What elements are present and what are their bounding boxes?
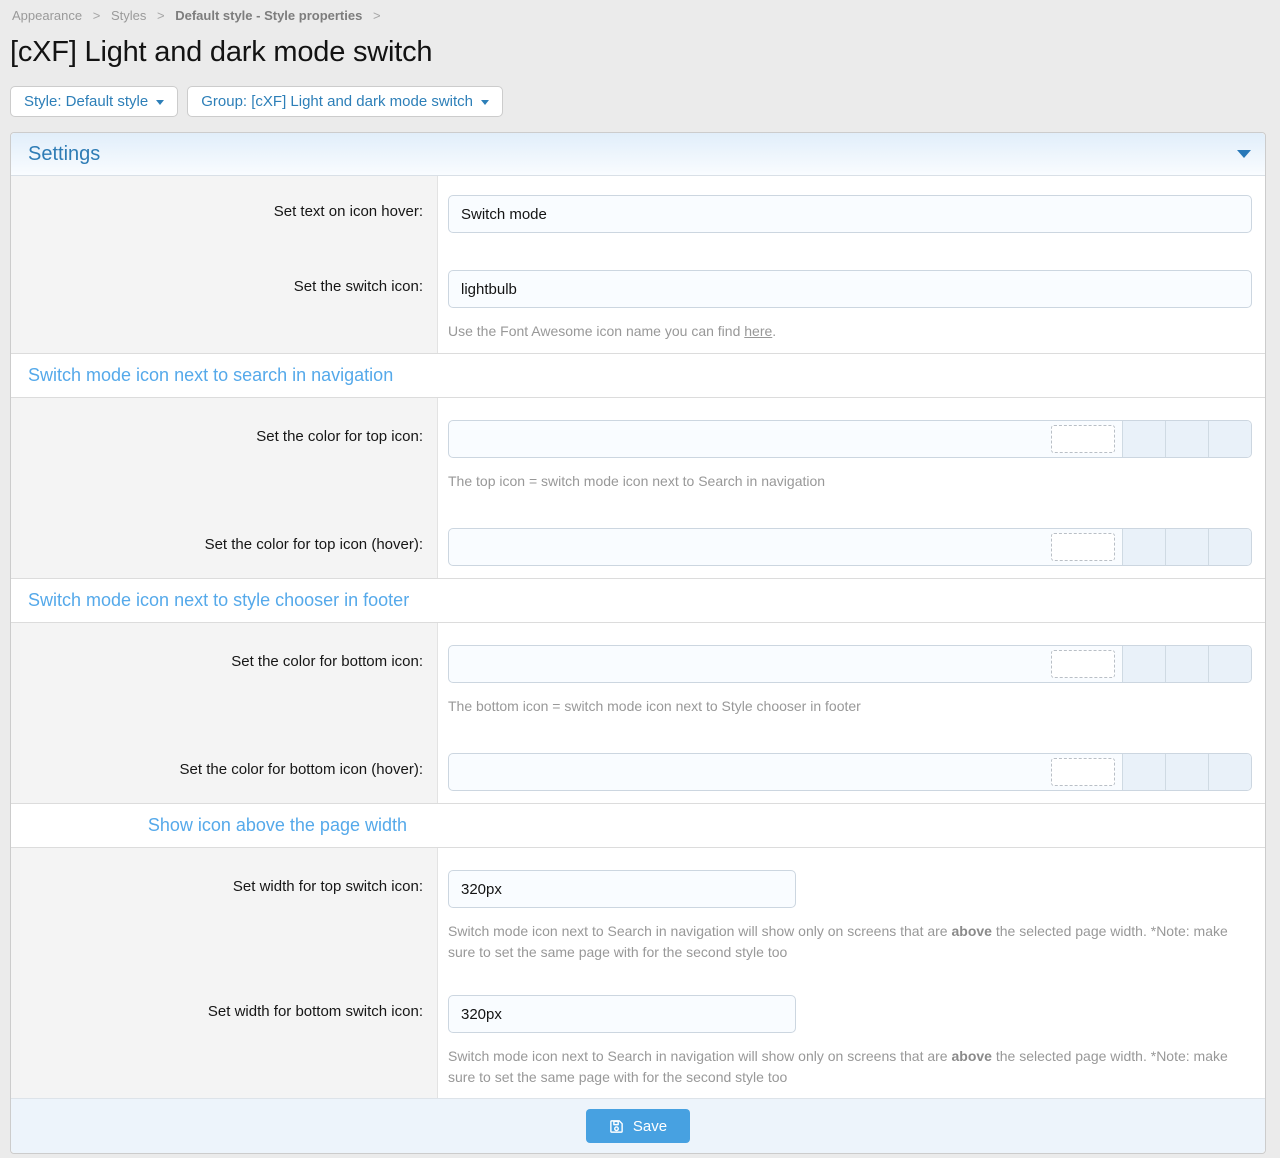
field-label: Set the color for bottom icon (hover): <box>11 741 438 803</box>
color-input-group <box>448 645 1252 683</box>
panel-footer: Save <box>11 1098 1265 1153</box>
chevron-right-icon: > <box>157 8 165 23</box>
section-header-footer: Switch mode icon next to style chooser i… <box>11 578 1265 623</box>
field-hint: The top icon = switch mode icon next to … <box>448 471 1252 492</box>
field-label: Set the color for top icon (hover): <box>11 516 438 578</box>
style-menu-label: Style: Default style <box>24 93 148 110</box>
palette-cell[interactable] <box>1122 529 1165 565</box>
settings-panel: Settings Set text on icon hover: Set the… <box>10 132 1266 1154</box>
caret-down-icon <box>156 100 164 105</box>
palette-cell[interactable] <box>1208 529 1251 565</box>
chevron-right-icon: > <box>373 8 381 23</box>
palette-cell[interactable] <box>1208 646 1251 682</box>
field-hint: Switch mode icon next to Search in navig… <box>448 1046 1252 1088</box>
color-input-group <box>448 420 1252 458</box>
color-input-group <box>448 528 1252 566</box>
form-row-text-hover: Set text on icon hover: <box>11 176 1265 252</box>
bottom-icon-hover-color-input[interactable] <box>449 754 1044 790</box>
palette-cell[interactable] <box>1165 421 1208 457</box>
bottom-width-input[interactable] <box>448 995 796 1033</box>
text-on-hover-input[interactable] <box>448 195 1252 233</box>
field-label: Set width for top switch icon: <box>11 848 438 973</box>
palette-cell[interactable] <box>1122 754 1165 790</box>
palette-cell[interactable] <box>1165 754 1208 790</box>
field-label: Set width for bottom switch icon: <box>11 973 438 1098</box>
here-link[interactable]: here <box>744 323 772 339</box>
form-row-top-color-hover: Set the color for top icon (hover): <box>11 516 1265 578</box>
group-menu-label: Group: [cXF] Light and dark mode switch <box>201 93 473 110</box>
palette-cell[interactable] <box>1208 754 1251 790</box>
floppy-disk-icon <box>609 1119 624 1134</box>
palette-cell[interactable] <box>1122 646 1165 682</box>
palette-cell[interactable] <box>1122 421 1165 457</box>
palette-cell[interactable] <box>1208 421 1251 457</box>
form-row-top-color: Set the color for top icon: The top icon… <box>11 398 1265 516</box>
field-label: Set the color for bottom icon: <box>11 623 438 741</box>
breadcrumb-link-appearance[interactable]: Appearance <box>12 8 82 23</box>
top-icon-hover-color-input[interactable] <box>449 529 1044 565</box>
field-label: Set the switch icon: <box>11 252 438 353</box>
color-swatch[interactable] <box>1051 425 1115 453</box>
save-button[interactable]: Save <box>586 1109 690 1143</box>
style-menu-button[interactable]: Style: Default style <box>10 86 178 117</box>
collapse-chevron-icon[interactable] <box>1237 150 1251 158</box>
page-title: [cXF] Light and dark mode switch <box>10 36 1266 69</box>
breadcrumb-current: Default style - Style properties <box>175 8 362 23</box>
bottom-icon-color-input[interactable] <box>449 646 1044 682</box>
panel-title: Settings <box>28 143 100 166</box>
field-hint: Switch mode icon next to Search in navig… <box>448 921 1252 963</box>
field-label: Set the color for top icon: <box>11 398 438 516</box>
section-header-navigation: Switch mode icon next to search in navig… <box>11 353 1265 398</box>
save-button-label: Save <box>633 1118 667 1135</box>
section-header-page-width: Show icon above the page width <box>11 803 1265 848</box>
form-row-bottom-color: Set the color for bottom icon: The botto… <box>11 623 1265 741</box>
field-label: Set text on icon hover: <box>11 176 438 252</box>
switch-icon-input[interactable] <box>448 270 1252 308</box>
breadcrumb-link-styles[interactable]: Styles <box>111 8 146 23</box>
form-row-switch-icon: Set the switch icon: Use the Font Awesom… <box>11 252 1265 353</box>
toolbar: Style: Default style Group: [cXF] Light … <box>10 86 1266 117</box>
color-input-group <box>448 753 1252 791</box>
form-row-bottom-color-hover: Set the color for bottom icon (hover): <box>11 741 1265 803</box>
field-hint: Use the Font Awesome icon name you can f… <box>448 321 1252 342</box>
caret-down-icon <box>481 100 489 105</box>
form-row-bottom-width: Set width for bottom switch icon: Switch… <box>11 973 1265 1098</box>
color-swatch[interactable] <box>1051 533 1115 561</box>
admin-page: Appearance > Styles > Default style - St… <box>0 0 1280 1154</box>
color-swatch[interactable] <box>1051 758 1115 786</box>
top-width-input[interactable] <box>448 870 796 908</box>
group-menu-button[interactable]: Group: [cXF] Light and dark mode switch <box>187 86 503 117</box>
palette-cell[interactable] <box>1165 529 1208 565</box>
chevron-right-icon: > <box>93 8 101 23</box>
color-swatch[interactable] <box>1051 650 1115 678</box>
breadcrumb: Appearance > Styles > Default style - St… <box>10 8 1266 23</box>
settings-panel-header[interactable]: Settings <box>11 133 1265 176</box>
field-hint: The bottom icon = switch mode icon next … <box>448 696 1252 717</box>
top-icon-color-input[interactable] <box>449 421 1044 457</box>
form-row-top-width: Set width for top switch icon: Switch mo… <box>11 848 1265 973</box>
palette-cell[interactable] <box>1165 646 1208 682</box>
